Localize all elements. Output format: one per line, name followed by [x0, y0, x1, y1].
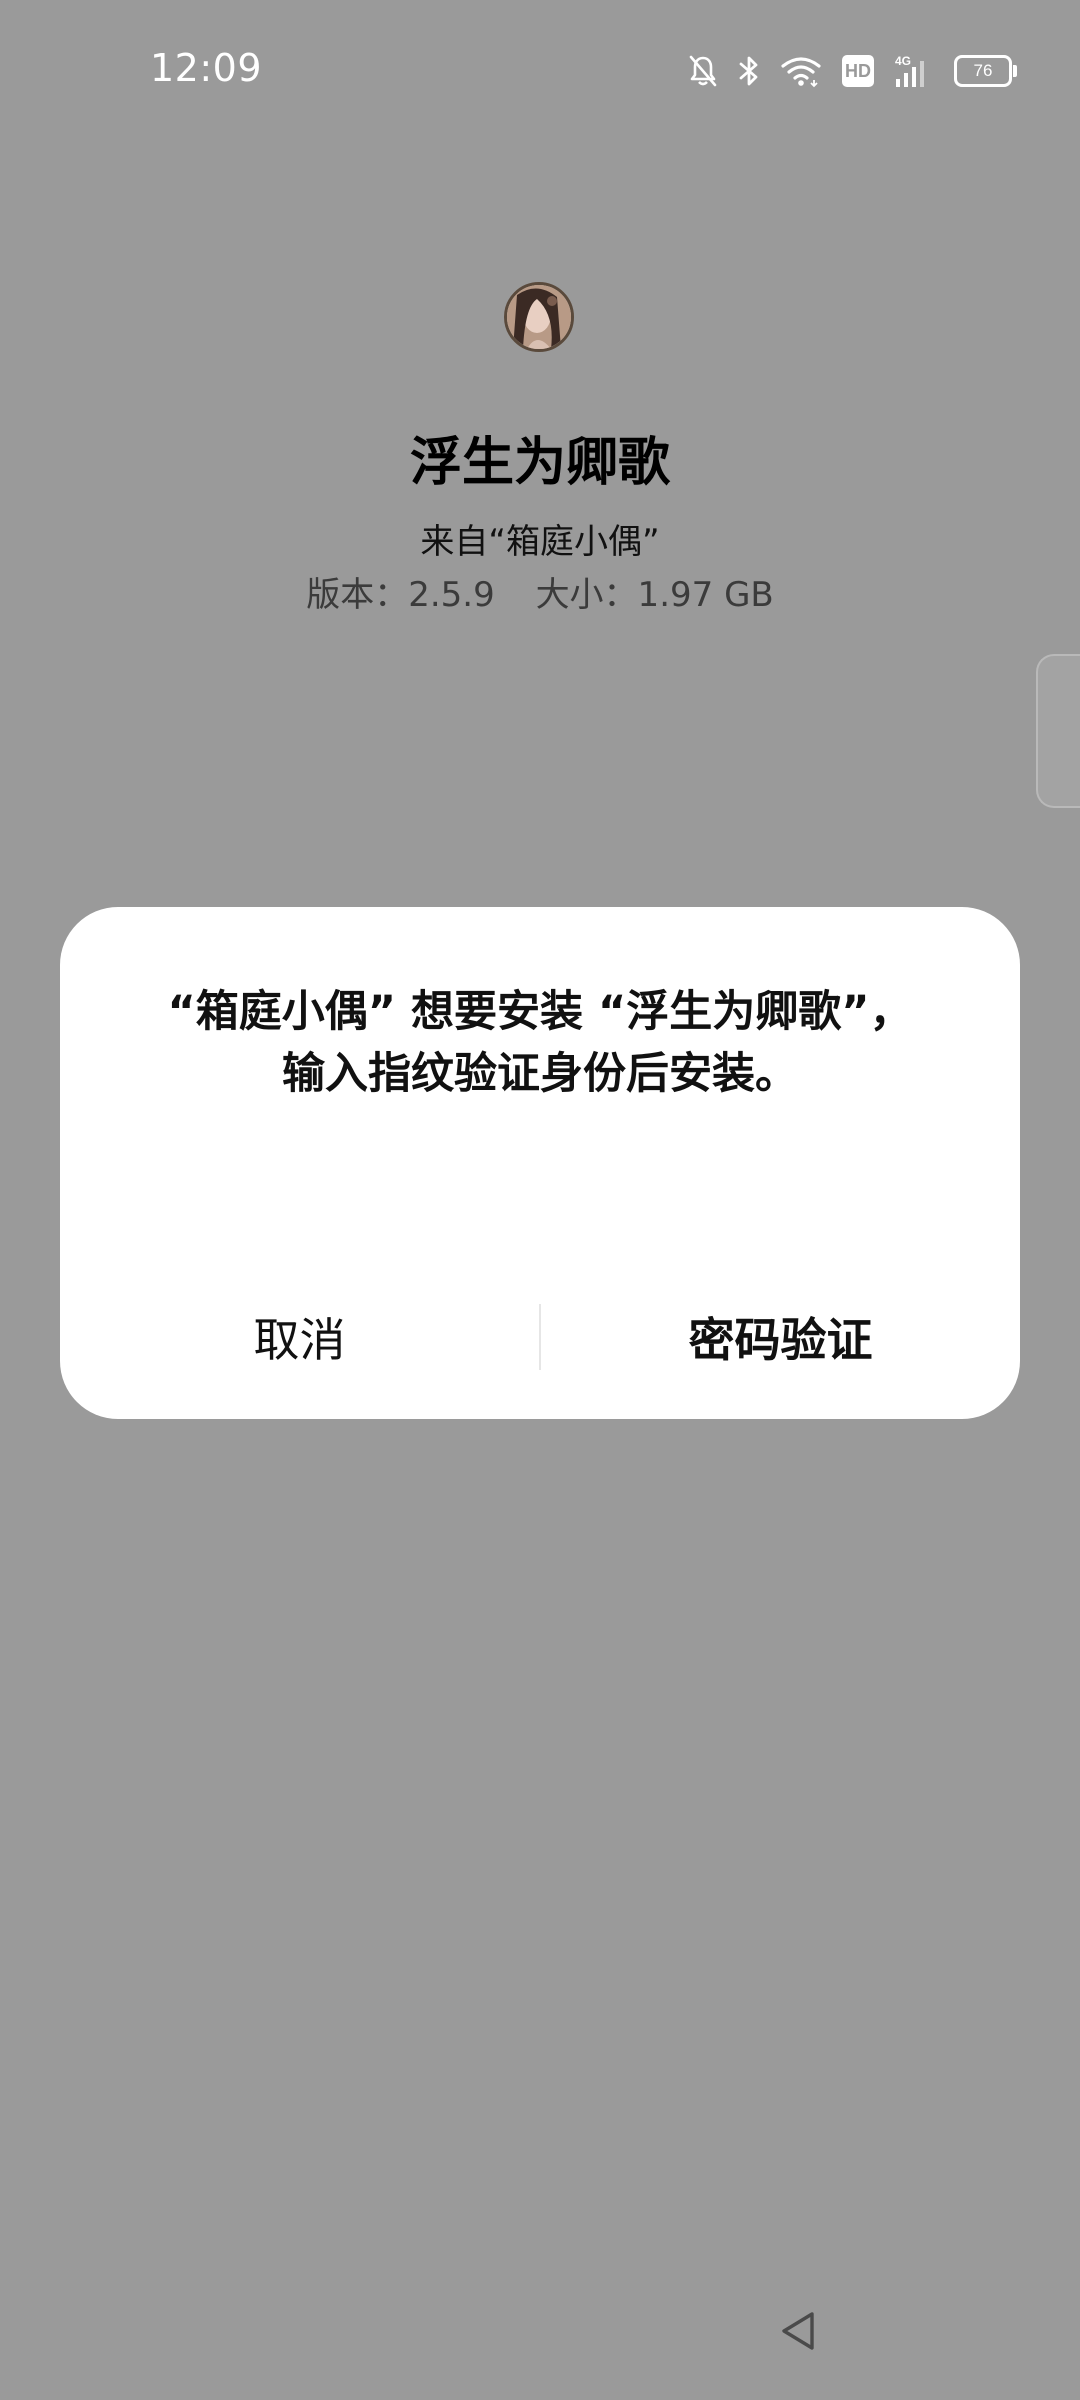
app-size: 大小：1.97 GB — [535, 575, 774, 615]
dialog-button-row: 取消 密码验证 — [60, 1297, 1020, 1377]
wifi-icon — [780, 50, 822, 92]
bell-off-icon — [688, 50, 718, 92]
app-meta: 版本：2.5.9 大小：1.97 GB — [0, 567, 1080, 616]
network-label: 4G — [895, 54, 911, 68]
cancel-button[interactable]: 取消 — [60, 1304, 539, 1370]
dialog-message: “箱庭小偶” 想要安装 “浮生为卿歌”， 输入指纹验证身份后安装。 — [60, 981, 1020, 1105]
dialog-message-line1: “箱庭小偶” 想要安装 “浮生为卿歌”， — [167, 987, 913, 1037]
status-time: 12:09 — [150, 46, 263, 90]
nav-back-button[interactable] — [776, 2308, 822, 2354]
password-verify-button[interactable]: 密码验证 — [541, 1304, 1020, 1370]
app-version: 版本：2.5.9 — [306, 575, 495, 615]
app-icon — [504, 282, 574, 352]
dialog-message-line2: 输入指纹验证身份后安装。 — [282, 1049, 798, 1099]
battery-icon: 76 — [954, 50, 1017, 92]
side-panel-handle[interactable] — [1036, 654, 1080, 808]
back-triangle-icon — [782, 2312, 814, 2350]
status-bar: 12:09 HD 4G 76 — [0, 0, 1080, 140]
status-icons: HD 4G 76 — [688, 50, 1017, 92]
app-source: 来自“箱庭小偶” — [420, 522, 660, 562]
signal-icon: 4G — [894, 50, 934, 92]
hd-icon: HD — [842, 50, 874, 92]
battery-level: 76 — [954, 55, 1017, 87]
app-name: 浮生为卿歌 — [409, 433, 670, 493]
bluetooth-icon — [738, 50, 760, 92]
install-confirm-dialog: “箱庭小偶” 想要安装 “浮生为卿歌”， 输入指纹验证身份后安装。 取消 密码验… — [60, 907, 1020, 1419]
